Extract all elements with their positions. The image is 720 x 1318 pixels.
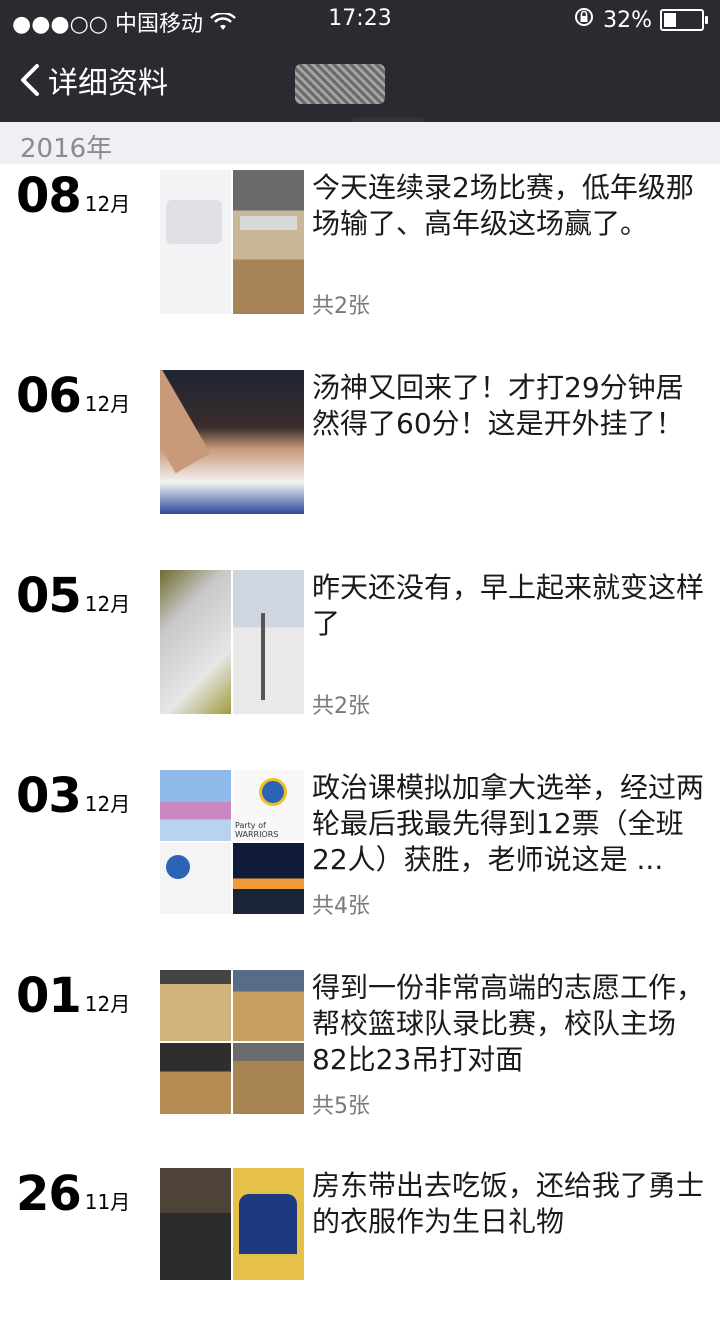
- post-thumbnails[interactable]: [160, 1168, 304, 1280]
- post-thumbnails[interactable]: [160, 970, 304, 1114]
- photo-thumbnail: [233, 770, 304, 841]
- battery-fill: [664, 13, 676, 27]
- photo-thumbnail: [160, 570, 231, 714]
- post-text: 今天连续录2场比赛，低年级那场输了、高年级这场赢了。: [312, 171, 694, 240]
- timeline-post[interactable]: 08 12月 今天连续录2场比赛，低年级那场输了、高年级这场赢了。 共2张: [0, 170, 720, 320]
- photo-thumbnail: [160, 170, 231, 314]
- photo-thumbnail: [233, 843, 304, 914]
- timeline-post[interactable]: 06 12月 汤神又回来了！才打29分钟居然得了60分！这是开外挂了！: [0, 370, 720, 520]
- year-header: 2016年: [0, 122, 720, 164]
- photo-thumbnail: [160, 1043, 231, 1114]
- photo-thumbnail: [233, 970, 304, 1041]
- photo-count: 共5张: [312, 1094, 370, 1119]
- post-thumbnails[interactable]: [160, 570, 304, 714]
- year-label: 2016年: [20, 134, 113, 164]
- photo-thumbnail: [160, 843, 231, 914]
- rotation-lock-icon: [573, 6, 595, 34]
- post-date: 08 12月: [16, 170, 130, 222]
- status-bar: ●●●○○ 中国移动 17:23 32%: [0, 0, 720, 40]
- photo-thumbnail: [233, 1168, 304, 1280]
- post-month: 12月: [84, 192, 131, 216]
- timeline-post[interactable]: 03 12月 政治课模拟加拿大选举，经过两轮最后我最先得到12票（全班22人）获…: [0, 770, 720, 920]
- timeline-post[interactable]: 01 12月 得到一份非常高端的志愿工作，帮校篮球队录比赛，校队主场82比23吊…: [0, 970, 720, 1120]
- post-day: 03: [16, 768, 82, 824]
- post-thumbnails[interactable]: [160, 770, 304, 914]
- photo-thumbnail: [160, 1168, 231, 1280]
- status-right: 32%: [573, 6, 708, 34]
- timeline-post[interactable]: 26 11月 房东带出去吃饭，还给我了勇士的衣服作为生日礼物: [0, 1168, 720, 1318]
- back-button[interactable]: 详细资料: [18, 58, 168, 102]
- post-text: 得到一份非常高端的志愿工作，帮校篮球队录比赛，校队主场82比23吊打对面: [312, 971, 705, 1076]
- post-thumbnails[interactable]: [160, 170, 304, 314]
- post-text: 房东带出去吃饭，还给我了勇士的衣服作为生日礼物: [312, 1169, 705, 1238]
- post-date: 01 12月: [16, 970, 130, 1022]
- post-date: 03 12月: [16, 770, 130, 822]
- post-text: 汤神又回来了！才打29分钟居然得了60分！这是开外挂了！: [312, 371, 684, 440]
- navigation-bar: 详细资料: [0, 52, 720, 112]
- photo-thumbnail: [233, 570, 304, 714]
- post-month: 11月: [84, 1190, 131, 1214]
- post-date: 26 11月: [16, 1168, 130, 1220]
- post-day: 05: [16, 568, 82, 624]
- photo-thumbnail: [233, 170, 304, 314]
- post-date: 05 12月: [16, 570, 130, 622]
- post-month: 12月: [84, 392, 131, 416]
- timeline-post[interactable]: 05 12月 昨天还没有，早上起来就变这样了 共2张: [0, 570, 720, 720]
- post-month: 12月: [84, 992, 131, 1016]
- photo-count: 共2张: [312, 694, 370, 719]
- photo-thumbnail: [160, 770, 231, 841]
- post-month: 12月: [84, 592, 131, 616]
- photo-count: 共2张: [312, 294, 370, 319]
- chevron-left-icon: [21, 64, 39, 96]
- photo-count: 共4张: [312, 894, 370, 919]
- post-date: 06 12月: [16, 370, 130, 422]
- battery-percentage: 32%: [603, 7, 652, 33]
- photo-thumbnail: [160, 970, 231, 1041]
- photo-thumbnail: [160, 370, 304, 514]
- redacted-title: [295, 64, 385, 104]
- post-text: 政治课模拟加拿大选举，经过两轮最后我最先得到12票（全班22人）获胜，老师说这是…: [312, 771, 705, 876]
- top-bar: ●●●○○ 中国移动 17:23 32% 详细资料: [0, 0, 720, 122]
- post-month: 12月: [84, 792, 131, 816]
- post-day: 08: [16, 168, 82, 224]
- post-text: 昨天还没有，早上起来就变这样了: [312, 571, 705, 640]
- battery-icon: [660, 9, 708, 31]
- post-day: 01: [16, 968, 82, 1024]
- post-day: 26: [16, 1166, 82, 1222]
- post-thumbnails[interactable]: [160, 370, 304, 514]
- photo-thumbnail: [233, 1043, 304, 1114]
- post-day: 06: [16, 368, 82, 424]
- back-label: 详细资料: [48, 66, 168, 101]
